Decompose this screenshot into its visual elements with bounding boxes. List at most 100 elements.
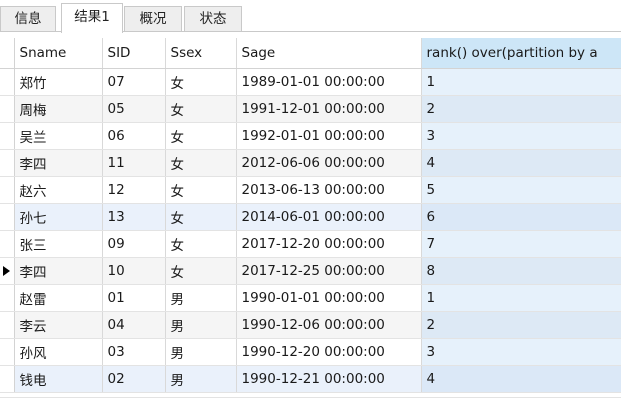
- cell-rank[interactable]: 5: [421, 176, 621, 204]
- cell-sage[interactable]: 1990-12-20 00:00:00: [236, 338, 422, 366]
- cell-sage[interactable]: 1991-12-01 00:00:00: [236, 95, 422, 123]
- cell-sid[interactable]: 07: [102, 68, 166, 96]
- cell-ssex[interactable]: 女: [165, 257, 237, 285]
- cell-ssex[interactable]: 女: [165, 176, 237, 204]
- row-indicator-header[interactable]: [0, 38, 15, 69]
- current-row-arrow-icon: [3, 266, 11, 276]
- cell-sid[interactable]: 05: [102, 95, 166, 123]
- cell-rank[interactable]: 1: [421, 284, 621, 312]
- cell-ssex[interactable]: 女: [165, 203, 237, 231]
- cell-ssex[interactable]: 男: [165, 284, 237, 312]
- cell-rank[interactable]: 6: [421, 203, 621, 231]
- cell-sname[interactable]: 赵六: [14, 176, 103, 204]
- cell-sid[interactable]: 03: [102, 338, 166, 366]
- cell-sid[interactable]: 02: [102, 365, 166, 393]
- row-indicator[interactable]: [0, 95, 15, 123]
- grid-bottom-divider: [0, 397, 621, 398]
- cell-ssex[interactable]: 男: [165, 365, 237, 393]
- row-indicator[interactable]: [0, 338, 15, 366]
- cell-rank[interactable]: 1: [421, 68, 621, 96]
- column-header-rank[interactable]: rank() over(partition by a: [421, 38, 621, 69]
- cell-sage[interactable]: 2017-12-25 00:00:00: [236, 257, 422, 285]
- row-indicator[interactable]: [0, 311, 15, 339]
- cell-sname[interactable]: 钱电: [14, 365, 103, 393]
- cell-rank[interactable]: 8: [421, 257, 621, 285]
- cell-sage[interactable]: 2014-06-01 00:00:00: [236, 203, 422, 231]
- cell-sname[interactable]: 张三: [14, 230, 103, 258]
- table-row[interactable]: 李四 10 女 2017-12-25 00:00:00 8: [0, 257, 621, 285]
- cell-ssex[interactable]: 女: [165, 95, 237, 123]
- cell-ssex[interactable]: 女: [165, 149, 237, 177]
- row-indicator[interactable]: [0, 149, 15, 177]
- cell-sname[interactable]: 郑竹: [14, 68, 103, 96]
- cell-ssex[interactable]: 男: [165, 338, 237, 366]
- row-indicator[interactable]: [0, 230, 15, 258]
- cell-sname[interactable]: 李四: [14, 149, 103, 177]
- result-grid: Sname SID Ssex Sage rank() over(partitio…: [0, 38, 621, 393]
- table-row[interactable]: 吴兰 06 女 1992-01-01 00:00:00 3: [0, 122, 621, 150]
- table-row[interactable]: 钱电 02 男 1990-12-21 00:00:00 4: [0, 365, 621, 393]
- table-row[interactable]: 赵六 12 女 2013-06-13 00:00:00 5: [0, 176, 621, 204]
- cell-sid[interactable]: 11: [102, 149, 166, 177]
- cell-sid[interactable]: 04: [102, 311, 166, 339]
- cell-sid[interactable]: 06: [102, 122, 166, 150]
- cell-rank[interactable]: 4: [421, 149, 621, 177]
- cell-sname[interactable]: 李四: [14, 257, 103, 285]
- tab-profile[interactable]: 概况: [124, 6, 182, 32]
- table-row[interactable]: 孙风 03 男 1990-12-20 00:00:00 3: [0, 338, 621, 366]
- cell-ssex[interactable]: 男: [165, 311, 237, 339]
- table-row[interactable]: 郑竹 07 女 1989-01-01 00:00:00 1: [0, 68, 621, 96]
- cell-sage[interactable]: 2012-06-06 00:00:00: [236, 149, 422, 177]
- column-header-sage[interactable]: Sage: [236, 38, 422, 69]
- cell-sage[interactable]: 1992-01-01 00:00:00: [236, 122, 422, 150]
- row-indicator[interactable]: [0, 284, 15, 312]
- cell-sid[interactable]: 10: [102, 257, 166, 285]
- cell-ssex[interactable]: 女: [165, 230, 237, 258]
- cell-sage[interactable]: 1989-01-01 00:00:00: [236, 68, 422, 96]
- column-header-sid[interactable]: SID: [102, 38, 166, 69]
- cell-sid[interactable]: 12: [102, 176, 166, 204]
- row-indicator[interactable]: [0, 257, 15, 285]
- cell-sid[interactable]: 13: [102, 203, 166, 231]
- cell-rank[interactable]: 2: [421, 95, 621, 123]
- cell-rank[interactable]: 3: [421, 338, 621, 366]
- table-row[interactable]: 张三 09 女 2017-12-20 00:00:00 7: [0, 230, 621, 258]
- cell-sname[interactable]: 孙七: [14, 203, 103, 231]
- grid-body: 郑竹 07 女 1989-01-01 00:00:00 1 周梅 05 女 1991-12-01…: [0, 68, 621, 393]
- result-tab-strip: 信息 结果1 概况 状态: [0, 0, 621, 33]
- cell-sname[interactable]: 周梅: [14, 95, 103, 123]
- tab-info[interactable]: 信息: [0, 6, 56, 32]
- row-indicator[interactable]: [0, 365, 15, 393]
- cell-sage[interactable]: 1990-01-01 00:00:00: [236, 284, 422, 312]
- row-indicator[interactable]: [0, 68, 15, 96]
- row-indicator[interactable]: [0, 176, 15, 204]
- cell-sage[interactable]: 1990-12-21 00:00:00: [236, 365, 422, 393]
- row-indicator[interactable]: [0, 203, 15, 231]
- cell-sage[interactable]: 2013-06-13 00:00:00: [236, 176, 422, 204]
- table-row[interactable]: 赵雷 01 男 1990-01-01 00:00:00 1: [0, 284, 621, 312]
- cell-sname[interactable]: 赵雷: [14, 284, 103, 312]
- cell-sname[interactable]: 李云: [14, 311, 103, 339]
- cell-rank[interactable]: 4: [421, 365, 621, 393]
- table-row[interactable]: 李四 11 女 2012-06-06 00:00:00 4: [0, 149, 621, 177]
- cell-sid[interactable]: 01: [102, 284, 166, 312]
- table-row[interactable]: 周梅 05 女 1991-12-01 00:00:00 2: [0, 95, 621, 123]
- cell-sname[interactable]: 吴兰: [14, 122, 103, 150]
- cell-ssex[interactable]: 女: [165, 122, 237, 150]
- cell-rank[interactable]: 2: [421, 311, 621, 339]
- cell-sage[interactable]: 1990-12-06 00:00:00: [236, 311, 422, 339]
- table-row[interactable]: 李云 04 男 1990-12-06 00:00:00 2: [0, 311, 621, 339]
- tab-result-1[interactable]: 结果1: [61, 3, 123, 33]
- cell-ssex[interactable]: 女: [165, 68, 237, 96]
- cell-rank[interactable]: 3: [421, 122, 621, 150]
- row-indicator[interactable]: [0, 122, 15, 150]
- tab-status[interactable]: 状态: [184, 6, 242, 32]
- table-row[interactable]: 孙七 13 女 2014-06-01 00:00:00 6: [0, 203, 621, 231]
- cell-sage[interactable]: 2017-12-20 00:00:00: [236, 230, 422, 258]
- column-header-ssex[interactable]: Ssex: [165, 38, 237, 69]
- grid-header-row: Sname SID Ssex Sage rank() over(partitio…: [0, 38, 621, 69]
- cell-rank[interactable]: 7: [421, 230, 621, 258]
- cell-sname[interactable]: 孙风: [14, 338, 103, 366]
- cell-sid[interactable]: 09: [102, 230, 166, 258]
- column-header-sname[interactable]: Sname: [14, 38, 103, 69]
